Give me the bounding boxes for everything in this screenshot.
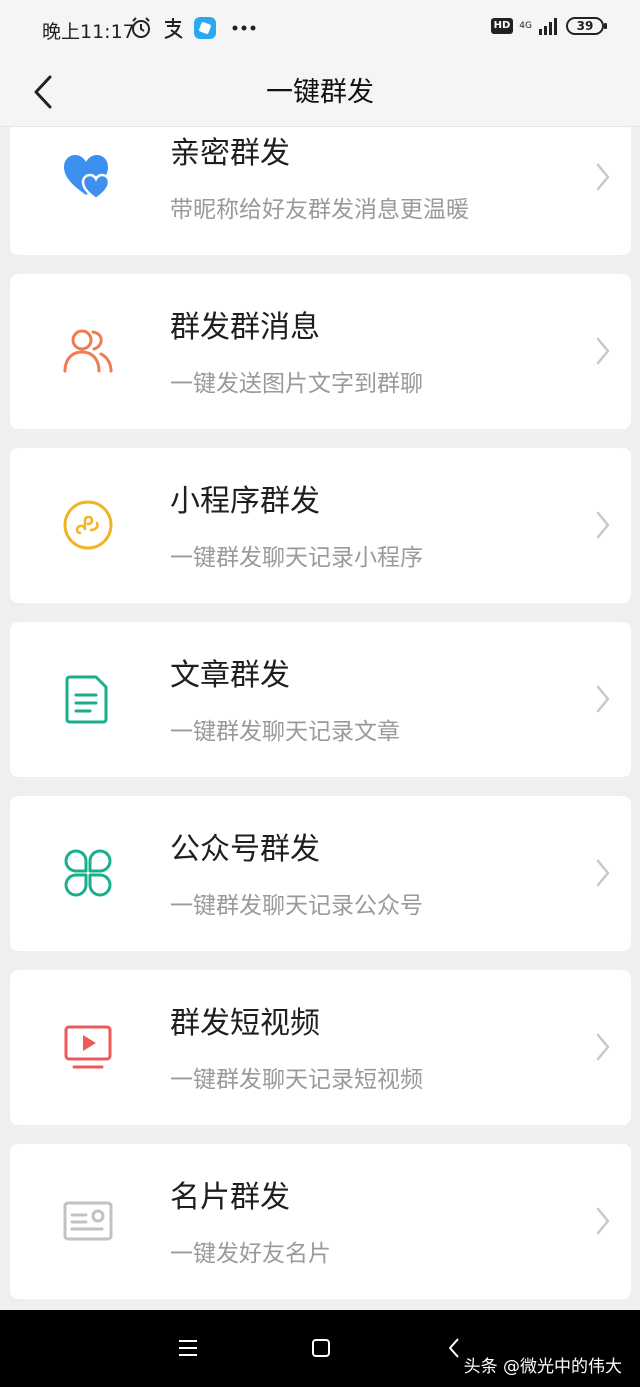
more-notifications-icon	[232, 25, 256, 31]
chevron-right-icon	[596, 685, 610, 713]
video-icon	[64, 1025, 112, 1069]
group-users-icon	[63, 329, 113, 373]
item-subtitle: 一键群发聊天记录小程序	[170, 545, 423, 571]
item-title: 名片群发	[170, 1180, 290, 1215]
item-title: 亲密群发	[170, 136, 290, 171]
chevron-right-icon	[596, 511, 610, 539]
page-title: 一键群发	[266, 77, 374, 108]
status-indicators: HD 4G 39	[490, 17, 607, 35]
list-item-article-broadcast[interactable]: 文章群发 一键群发聊天记录文章	[10, 622, 631, 777]
watermark: 头条 @微光中的伟大	[463, 1357, 622, 1377]
item-title: 小程序群发	[170, 484, 320, 519]
list-item-business-card-broadcast[interactable]: 名片群发 一键发好友名片	[10, 1144, 631, 1299]
item-subtitle: 一键群发聊天记录公众号	[170, 893, 423, 919]
battery-indicator: 39	[566, 17, 607, 35]
chevron-right-icon	[596, 337, 610, 365]
list-item-group-message-broadcast[interactable]: 群发群消息 一键发送图片文字到群聊	[10, 274, 631, 429]
menu-icon[interactable]	[173, 1333, 203, 1363]
app-notification-icon	[194, 17, 216, 39]
alarm-icon	[132, 17, 150, 38]
item-subtitle: 一键发送图片文字到群聊	[170, 371, 423, 397]
item-subtitle: 一键群发聊天记录短视频	[170, 1067, 423, 1093]
chevron-right-icon	[596, 1207, 610, 1235]
nav-bar: 一键群发	[0, 60, 640, 127]
hd-badge: HD	[490, 18, 514, 34]
chevron-right-icon	[596, 163, 610, 191]
item-subtitle: 一键发好友名片	[170, 1241, 331, 1267]
list-item-short-video-broadcast[interactable]: 群发短视频 一键群发聊天记录短视频	[10, 970, 631, 1125]
feature-list: 亲密群发 带昵称给好友群发消息更温暖 群发群消息 一键发送图片文字到群聊 小程序…	[0, 127, 640, 1310]
item-title: 文章群发	[170, 658, 290, 693]
item-title: 群发群消息	[170, 310, 320, 345]
article-icon	[65, 675, 108, 724]
item-title: 群发短视频	[170, 1006, 320, 1041]
mini-program-icon	[63, 500, 113, 550]
system-nav-bar: 头条 @微光中的伟大	[0, 1310, 640, 1387]
chevron-right-icon	[596, 1033, 610, 1061]
list-item-intimate-broadcast[interactable]: 亲密群发 带昵称给好友群发消息更温暖	[10, 127, 631, 255]
signal-icon	[539, 18, 557, 35]
status-bar: 晚上11:17 HD 4G 39	[0, 0, 640, 60]
chevron-right-icon	[596, 859, 610, 887]
network-type: 4G	[519, 21, 532, 31]
home-icon[interactable]	[306, 1333, 336, 1363]
hearts-icon	[64, 155, 111, 201]
business-card-icon	[63, 1201, 113, 1241]
item-subtitle: 一键群发聊天记录文章	[170, 719, 400, 745]
alipay-icon	[164, 18, 183, 39]
status-time: 晚上11:17	[42, 21, 135, 43]
clover-icon	[64, 849, 112, 897]
item-subtitle: 带昵称给好友群发消息更温暖	[170, 197, 469, 223]
list-item-official-account-broadcast[interactable]: 公众号群发 一键群发聊天记录公众号	[10, 796, 631, 951]
item-title: 公众号群发	[170, 832, 320, 867]
list-item-mini-program-broadcast[interactable]: 小程序群发 一键群发聊天记录小程序	[10, 448, 631, 603]
